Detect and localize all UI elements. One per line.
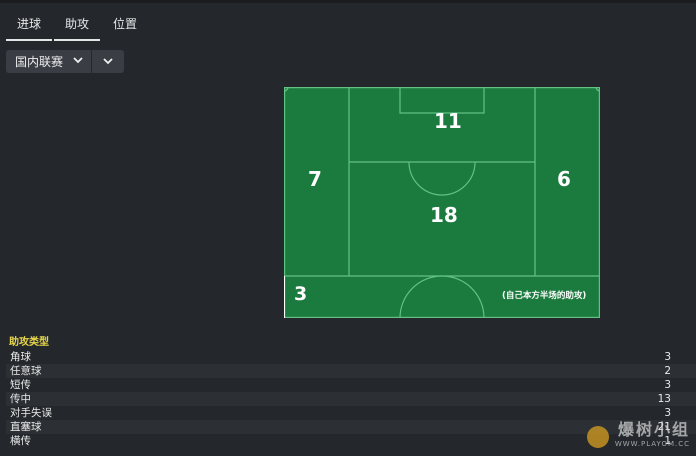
watermark-cn: 爆树小组 (617, 420, 690, 439)
table-row: 角球 3 (6, 350, 696, 364)
row-name: 任意球 (10, 365, 42, 377)
assist-types-title: 助攻类型 (9, 337, 49, 348)
own-half-note: (自己本方半场的助攻) (502, 291, 587, 301)
competition-dropdown[interactable]: 国内联赛 (6, 50, 92, 73)
competition-dropdown-label: 国内联赛 (15, 55, 64, 69)
tab-position[interactable]: 位置 (102, 8, 148, 41)
table-row: 任意球 2 (6, 364, 696, 378)
pitch-map: 11 7 6 18 3 (自己本方半场的助攻) (284, 87, 600, 318)
row-name: 对手失误 (10, 407, 52, 419)
row-value: 13 (657, 393, 671, 405)
competition-filter: 国内联赛 (6, 50, 125, 73)
row-name: 直塞球 (10, 421, 42, 433)
chevron-down-icon (103, 55, 113, 68)
site-watermark: 爆树小组 WWW.PLAYOM.CC (586, 416, 690, 448)
zone-attacking-box-count: 11 (434, 109, 462, 133)
tab-bar: 进球 助攻 位置 (6, 8, 148, 41)
tab-goals[interactable]: 进球 (6, 8, 53, 41)
row-name: 传中 (10, 393, 31, 405)
zone-center-count: 18 (430, 203, 458, 227)
row-value: 3 (664, 379, 671, 391)
top-border (0, 0, 696, 3)
watermark-logo-icon (586, 426, 609, 448)
watermark-en: WWW.PLAYOM.CC (614, 440, 690, 448)
zone-left-flank-count: 7 (308, 167, 322, 191)
options-dropdown-button[interactable] (92, 50, 125, 73)
chevron-down-icon (73, 56, 83, 67)
tab-assists[interactable]: 助攻 (54, 8, 101, 41)
table-row: 短传 3 (6, 378, 696, 392)
row-name: 横传 (10, 435, 31, 447)
row-name: 短传 (10, 379, 31, 391)
zone-right-flank-count: 6 (557, 167, 571, 191)
zone-own-half-count: 3 (294, 283, 308, 305)
row-value: 2 (664, 365, 671, 377)
table-row: 传中 13 (6, 392, 696, 406)
row-value: 3 (664, 351, 671, 363)
watermark-text: 爆树小组 WWW.PLAYOM.CC (615, 416, 690, 448)
row-name: 角球 (10, 351, 31, 363)
